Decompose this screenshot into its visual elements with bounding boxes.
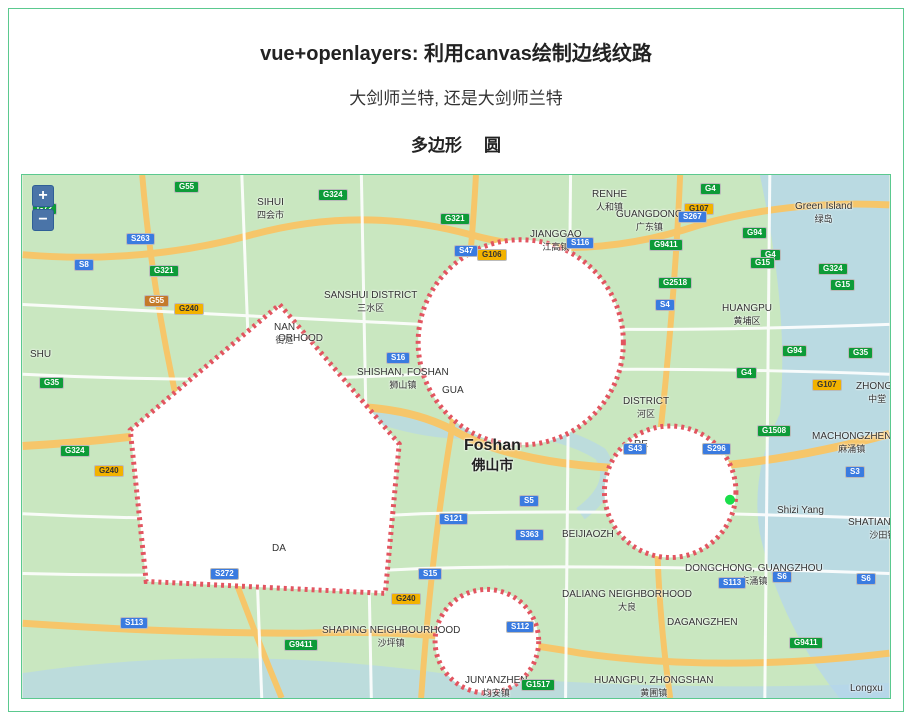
zoom-out-button[interactable]: − <box>32 209 54 231</box>
draw-toolbar: 多边形 圆 <box>411 131 501 156</box>
app-container: vue+openlayers: 利用canvas绘制边线纹路 大剑师兰特, 还是… <box>8 8 904 712</box>
map-viewport[interactable]: Foshan 佛山市 SIHUI四会市RENHE人和镇GUANGDONG广东镇G… <box>21 174 891 699</box>
zoom-controls: + − <box>32 185 54 231</box>
map-basemap <box>22 175 890 698</box>
page-title: vue+openlayers: 利用canvas绘制边线纹路 <box>260 37 652 66</box>
page-subtitle: 大剑师兰特, 还是大剑师兰特 <box>349 84 562 109</box>
zoom-in-button[interactable]: + <box>32 185 54 207</box>
circle-button[interactable]: 圆 <box>484 131 501 156</box>
polygon-button[interactable]: 多边形 <box>411 131 462 156</box>
